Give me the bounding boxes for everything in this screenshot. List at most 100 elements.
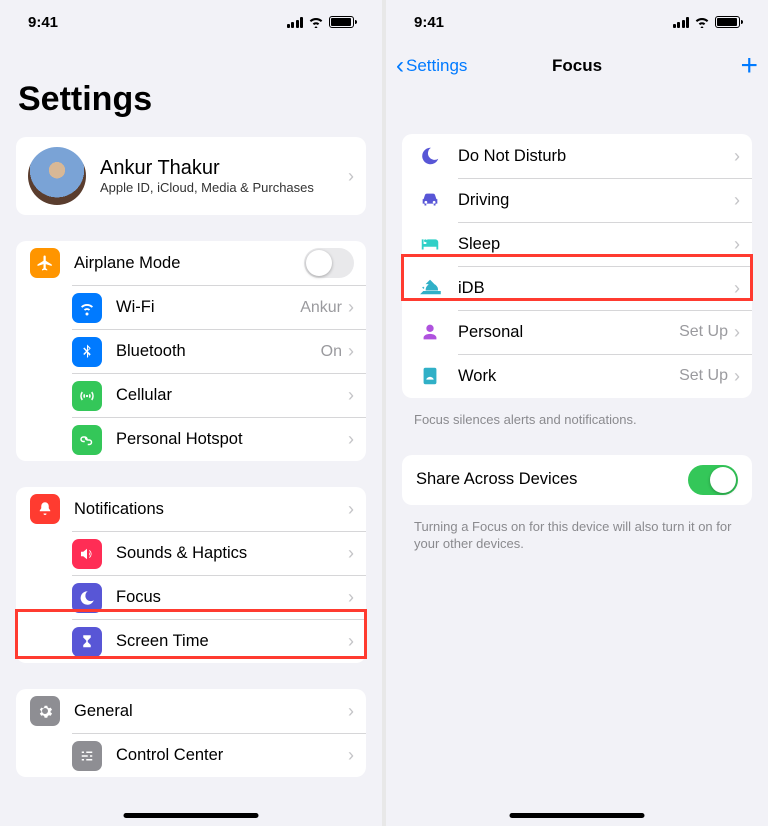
chevron-right-icon: › <box>348 341 354 362</box>
chevron-right-icon: › <box>348 631 354 652</box>
chevron-right-icon: › <box>348 385 354 406</box>
chevron-right-icon: › <box>734 278 740 299</box>
back-button[interactable]: ‹ Settings <box>396 52 467 80</box>
status-bar: 9:41 <box>0 0 382 44</box>
share-switch[interactable] <box>688 465 738 495</box>
row-label: Work <box>458 367 679 386</box>
row-label: Personal Hotspot <box>116 430 348 449</box>
cellular-signal-icon <box>287 17 304 28</box>
home-indicator[interactable] <box>124 813 259 818</box>
airplane-mode-switch[interactable] <box>304 248 354 278</box>
focus-modes-group: Do Not Disturb › Driving › Sleep › iDB › <box>402 134 752 398</box>
chevron-right-icon: › <box>348 587 354 608</box>
do-not-disturb-row[interactable]: Do Not Disturb › <box>402 134 752 178</box>
chevron-left-icon: ‹ <box>396 52 404 80</box>
row-label: Focus <box>116 588 348 607</box>
car-icon <box>416 186 444 214</box>
footer-text: Focus silences alerts and notifications. <box>386 406 768 429</box>
bluetooth-row[interactable]: Bluetooth On › <box>72 329 366 373</box>
chevron-right-icon: › <box>348 166 354 187</box>
chevron-right-icon: › <box>734 322 740 343</box>
general-group: General › Control Center › <box>16 689 366 777</box>
row-label: Sleep <box>458 235 734 254</box>
bell-icon <box>30 494 60 524</box>
share-group: Share Across Devices <box>402 455 752 505</box>
cellular-signal-icon <box>673 17 690 28</box>
status-indicators <box>287 16 355 28</box>
chevron-right-icon: › <box>348 701 354 722</box>
chevron-right-icon: › <box>734 190 740 211</box>
chevron-right-icon: › <box>734 366 740 387</box>
row-detail: Set Up <box>679 323 728 341</box>
focus-screen: 9:41 ‹ Settings Focus + Do Not Disturb ›… <box>386 0 768 826</box>
airplane-icon <box>30 248 60 278</box>
row-label: Cellular <box>116 386 348 405</box>
add-button[interactable]: + <box>740 49 758 83</box>
battery-icon <box>329 16 354 28</box>
moon-icon <box>416 142 444 170</box>
wifi-icon <box>308 16 324 28</box>
settings-screen: 9:41 Settings Ankur Thakur Apple ID, iCl… <box>0 0 382 826</box>
chevron-right-icon: › <box>348 499 354 520</box>
nav-bar: ‹ Settings Focus + <box>386 44 768 88</box>
sunrise-icon <box>416 274 444 302</box>
general-row[interactable]: General › <box>16 689 366 733</box>
profile-name: Ankur Thakur <box>100 157 348 180</box>
wifi-icon <box>694 16 710 28</box>
row-label: Notifications <box>74 500 348 519</box>
speaker-icon <box>72 539 102 569</box>
apple-id-row[interactable]: Ankur Thakur Apple ID, iCloud, Media & P… <box>16 137 366 215</box>
back-label: Settings <box>406 56 467 76</box>
wifi-row[interactable]: Wi-Fi Ankur › <box>72 285 366 329</box>
row-label: Bluetooth <box>116 342 321 361</box>
row-detail: Set Up <box>679 367 728 385</box>
cellular-row[interactable]: Cellular › <box>72 373 366 417</box>
status-indicators <box>673 16 741 28</box>
row-label: Share Across Devices <box>416 470 577 489</box>
work-row[interactable]: Work Set Up › <box>402 354 752 398</box>
chevron-right-icon: › <box>348 543 354 564</box>
chevron-right-icon: › <box>734 146 740 167</box>
status-time: 9:41 <box>28 14 58 31</box>
cellular-icon <box>72 381 102 411</box>
notifications-group: Notifications › Sounds & Haptics › Focus… <box>16 487 366 663</box>
sleep-row[interactable]: Sleep › <box>402 222 752 266</box>
row-label: Airplane Mode <box>74 254 304 273</box>
hotspot-row[interactable]: Personal Hotspot › <box>72 417 366 461</box>
footer-text: Turning a Focus on for this device will … <box>386 513 768 553</box>
chevron-right-icon: › <box>734 234 740 255</box>
row-label: Wi-Fi <box>116 298 300 317</box>
chevron-right-icon: › <box>348 429 354 450</box>
gear-icon <box>30 696 60 726</box>
hotspot-icon <box>72 425 102 455</box>
badge-icon <box>416 362 444 390</box>
share-across-devices-row[interactable]: Share Across Devices <box>402 455 752 505</box>
personal-row[interactable]: Personal Set Up › <box>402 310 752 354</box>
row-label: iDB <box>458 279 734 298</box>
row-label: Personal <box>458 323 679 342</box>
sounds-row[interactable]: Sounds & Haptics › <box>72 531 366 575</box>
moon-icon <box>72 583 102 613</box>
notifications-row[interactable]: Notifications › <box>16 487 366 531</box>
control-center-row[interactable]: Control Center › <box>72 733 366 777</box>
home-indicator[interactable] <box>510 813 645 818</box>
screentime-row[interactable]: Screen Time › <box>72 619 366 663</box>
battery-icon <box>715 16 740 28</box>
sliders-icon <box>72 741 102 771</box>
focus-row[interactable]: Focus › <box>72 575 366 619</box>
bluetooth-icon <box>72 337 102 367</box>
hourglass-icon <box>72 627 102 657</box>
driving-row[interactable]: Driving › <box>402 178 752 222</box>
profile-group: Ankur Thakur Apple ID, iCloud, Media & P… <box>16 137 366 215</box>
row-label: Do Not Disturb <box>458 147 734 166</box>
row-label: Driving <box>458 191 734 210</box>
row-label: Screen Time <box>116 632 348 651</box>
row-detail: On <box>321 343 342 361</box>
profile-subtitle: Apple ID, iCloud, Media & Purchases <box>100 180 348 195</box>
avatar <box>28 147 86 205</box>
row-label: General <box>74 702 348 721</box>
wifi-icon <box>72 293 102 323</box>
airplane-mode-row[interactable]: Airplane Mode <box>16 241 366 285</box>
idb-row[interactable]: iDB › <box>402 266 752 310</box>
status-time: 9:41 <box>414 14 444 31</box>
